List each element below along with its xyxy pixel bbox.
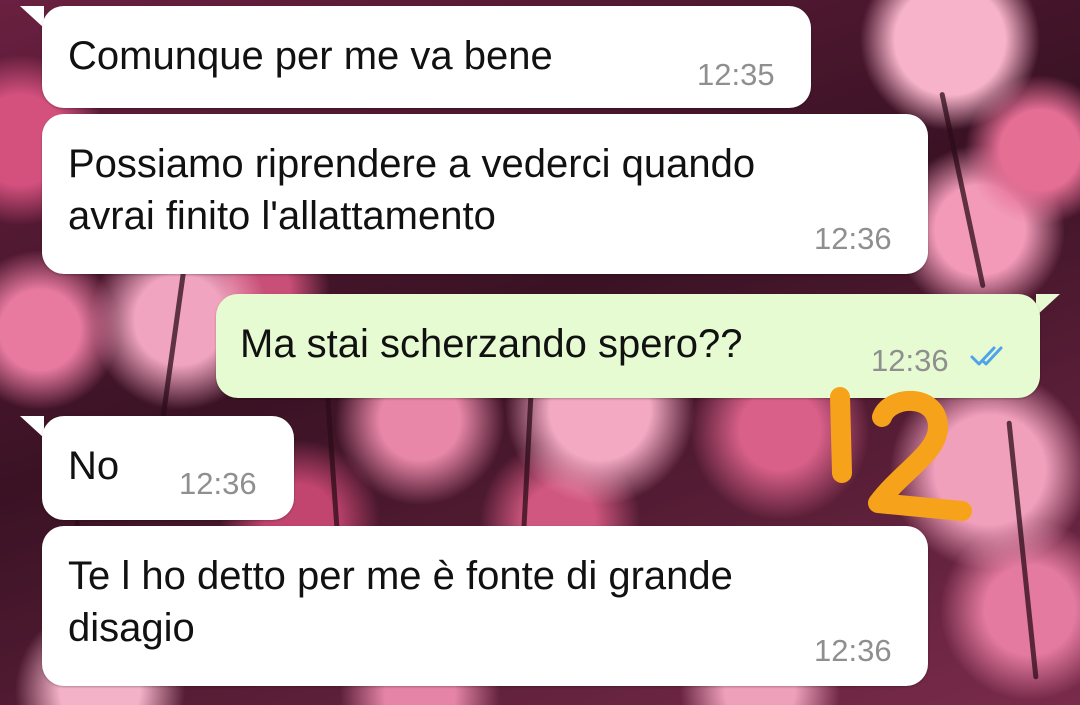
- wallpaper-branch: [1006, 420, 1039, 680]
- message-text: No: [68, 444, 120, 488]
- wallpaper-branch: [939, 91, 986, 289]
- bubble-tail: [20, 6, 44, 28]
- message-text: Ma stai scherzando spero??: [240, 322, 743, 366]
- message-text: Te l ho detto per me è fonte di grande d…: [68, 554, 733, 650]
- message-text: Comunque per me va bene: [68, 34, 553, 78]
- wallpaper-branch: [324, 390, 341, 540]
- message-timestamp: 12:35: [697, 57, 775, 92]
- message-timestamp: 12:36: [179, 466, 257, 501]
- message-bubble-incoming[interactable]: No 12:36: [42, 416, 294, 520]
- double-check-read-icon: [970, 346, 1003, 366]
- message-text: Possiamo riprendere a vederci quando avr…: [68, 142, 756, 238]
- message-bubble-incoming[interactable]: Possiamo riprendere a vederci quando avr…: [42, 114, 928, 274]
- message-bubble-incoming[interactable]: Te l ho detto per me è fonte di grande d…: [42, 526, 928, 686]
- message-timestamp: 12:36: [814, 633, 892, 668]
- message-bubble-outgoing[interactable]: Ma stai scherzando spero?? 12:36: [216, 294, 1040, 398]
- handwritten-annotation: 12: [830, 387, 972, 521]
- wallpaper-branch: [158, 270, 187, 430]
- wallpaper-branch: [521, 389, 534, 531]
- message-timestamp: 12:36: [871, 343, 949, 378]
- message-timestamp: 12:36: [814, 221, 892, 256]
- message-bubble-incoming[interactable]: Comunque per me va bene 12:35: [42, 6, 811, 108]
- bubble-tail: [20, 416, 44, 438]
